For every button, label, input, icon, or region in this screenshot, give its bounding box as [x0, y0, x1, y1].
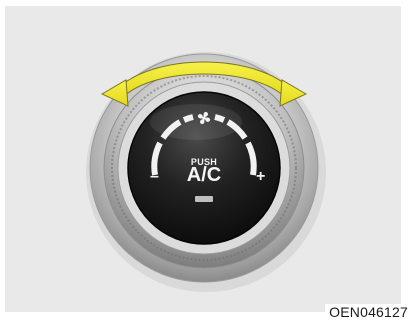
figure-code: OEN046127 — [325, 304, 408, 320]
illustration-frame: PUSH A/C – + OEN046127 — [0, 0, 408, 320]
increase-symbol: + — [256, 168, 266, 185]
decrease-symbol: – — [150, 168, 159, 185]
ac-button-label: A/C — [186, 164, 222, 186]
ac-indicator-lamp — [195, 196, 213, 202]
